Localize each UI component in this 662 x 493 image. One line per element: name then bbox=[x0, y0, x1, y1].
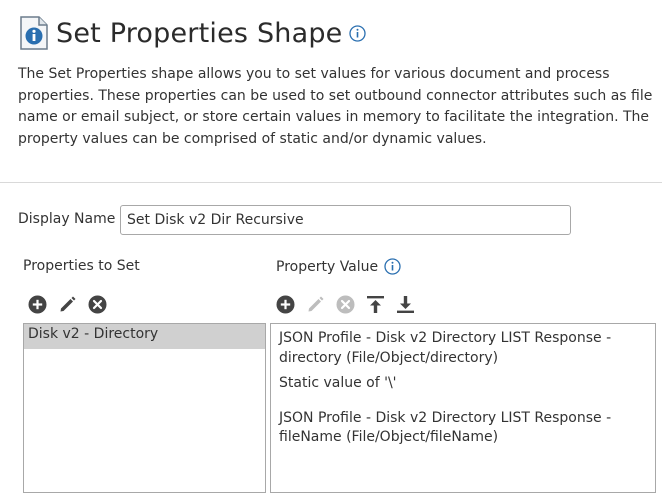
values-toolbar bbox=[275, 294, 415, 314]
edit-property-button[interactable] bbox=[57, 294, 77, 314]
help-info-icon[interactable] bbox=[348, 25, 366, 47]
properties-to-set-label: Properties to Set bbox=[23, 258, 140, 274]
edit-icon bbox=[60, 296, 75, 311]
property-values-list[interactable]: JSON Profile - Disk v2 Directory LIST Re… bbox=[270, 323, 656, 493]
list-item[interactable]: JSON Profile - Disk v2 Directory LIST Re… bbox=[271, 409, 655, 448]
properties-list[interactable]: Disk v2 - Directory bbox=[23, 323, 266, 493]
move-bottom-button[interactable] bbox=[395, 294, 415, 314]
shape-description: The Set Properties shape allows you to s… bbox=[18, 66, 653, 147]
remove-icon bbox=[336, 295, 354, 313]
add-icon bbox=[28, 295, 46, 313]
remove-property-button[interactable] bbox=[87, 294, 107, 314]
move-top-icon bbox=[366, 295, 384, 313]
list-item[interactable]: Static value of '\' bbox=[271, 374, 655, 394]
edit-value-button[interactable] bbox=[305, 294, 325, 314]
properties-toolbar bbox=[27, 294, 107, 314]
document-info-icon bbox=[18, 15, 50, 51]
edit-icon bbox=[308, 296, 323, 311]
display-name-label: Display Name bbox=[18, 211, 116, 227]
list-item[interactable]: Disk v2 - Directory bbox=[24, 324, 265, 349]
page-title: Set Properties Shape bbox=[56, 17, 343, 49]
property-value-header: Property Value bbox=[276, 258, 401, 275]
move-top-button[interactable] bbox=[365, 294, 385, 314]
display-name-input[interactable] bbox=[120, 205, 571, 235]
property-value-label: Property Value bbox=[276, 258, 379, 275]
section-divider bbox=[0, 182, 662, 183]
list-item[interactable]: JSON Profile - Disk v2 Directory LIST Re… bbox=[271, 329, 655, 368]
add-property-button[interactable] bbox=[27, 294, 47, 314]
add-icon bbox=[276, 295, 294, 313]
help-info-icon[interactable] bbox=[384, 258, 401, 275]
move-bottom-icon bbox=[396, 295, 414, 313]
add-value-button[interactable] bbox=[275, 294, 295, 314]
remove-value-button[interactable] bbox=[335, 294, 355, 314]
header: Set Properties Shape bbox=[18, 15, 366, 51]
remove-icon bbox=[88, 295, 106, 313]
